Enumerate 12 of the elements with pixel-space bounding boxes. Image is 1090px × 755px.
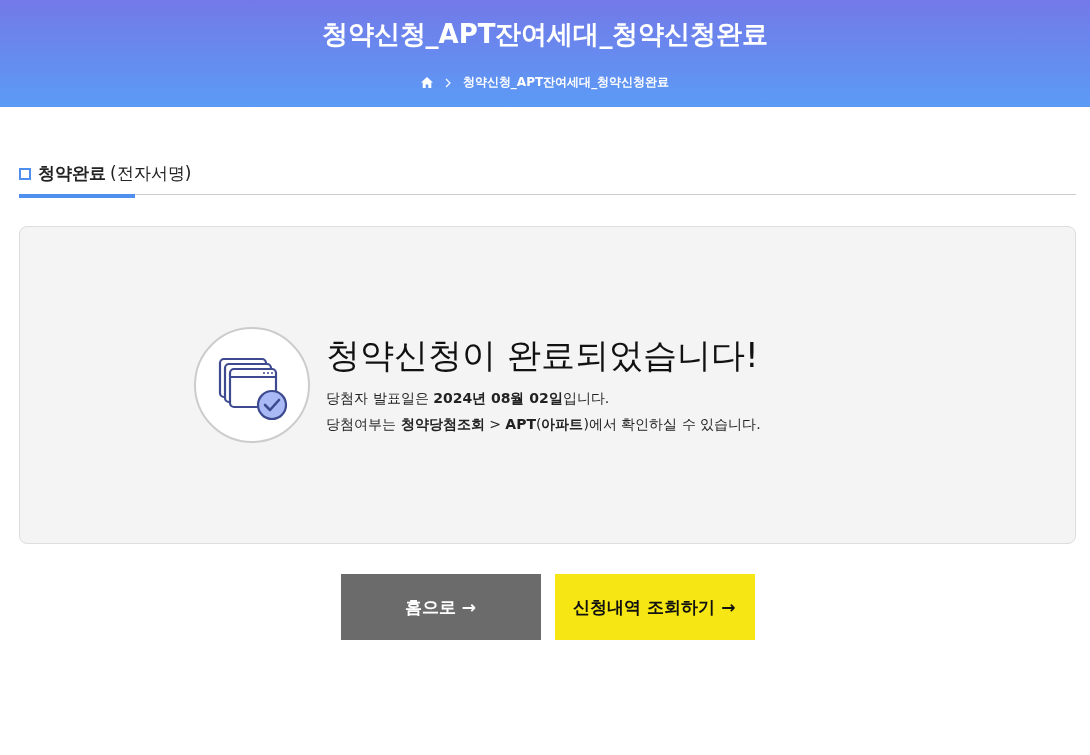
home-icon[interactable] <box>420 77 433 88</box>
square-bullet-icon <box>19 167 31 180</box>
home-button[interactable]: 홈으로 → <box>340 574 541 640</box>
breadcrumb-item[interactable]: 청약신청_APT잔여세대_청약신청완료 <box>462 74 670 91</box>
history-button[interactable]: 신청내역 조회하기 → <box>554 574 755 640</box>
info-text: 당첨여부는 청약당첨조회 > APT(아파트)에서 확인하실 수 있습니다. <box>326 415 761 434</box>
section-subtitle: (전자서명) <box>110 162 192 185</box>
chevron-icon <box>444 77 451 88</box>
section-title: 청약완료 <box>38 162 106 185</box>
page-title: 청약신청_APT잔여세대_청약신청완료 <box>321 18 769 51</box>
info-text: 당첨자 발표일은 2024년 08월 02일입니다. <box>326 389 611 408</box>
completion-heading: 청약신청이 완료되었습니다! <box>326 334 760 377</box>
